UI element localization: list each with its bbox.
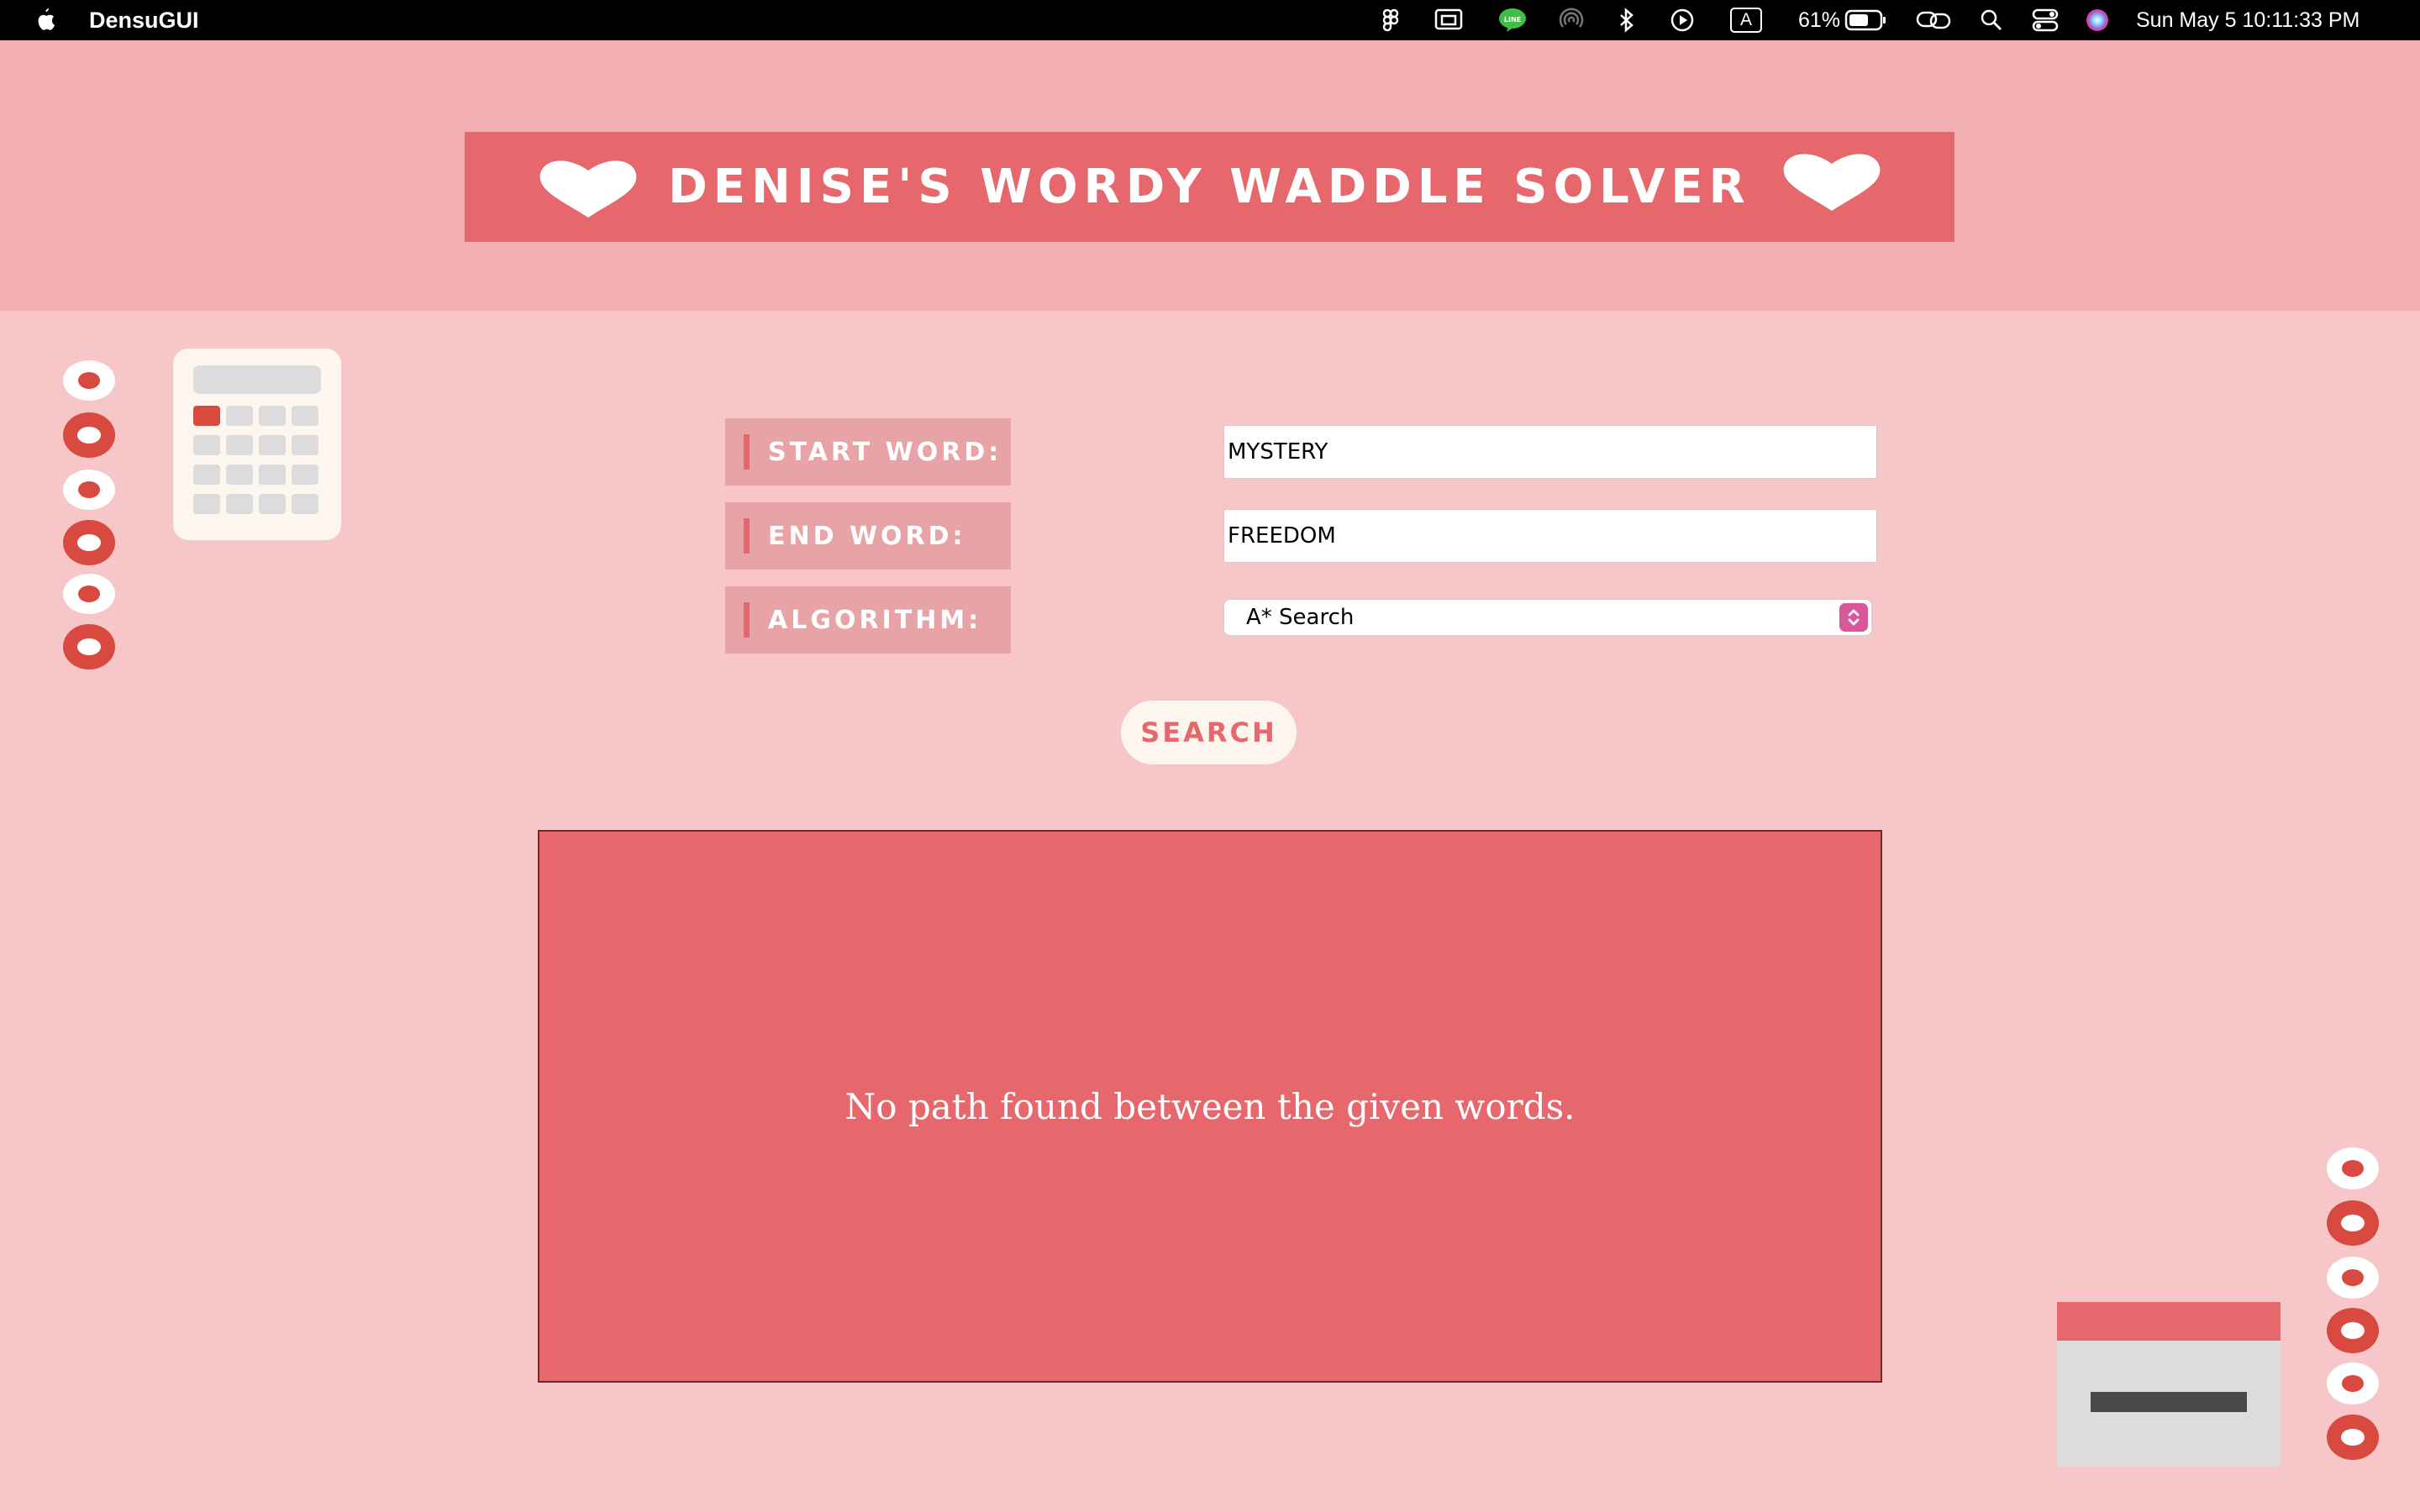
ring-decoration — [63, 360, 115, 401]
ring-decoration — [63, 574, 115, 614]
chevron-up-down-icon — [1839, 603, 1868, 632]
algorithm-label: ALGORITHM: — [725, 586, 1011, 654]
calculator-key — [259, 465, 286, 485]
algorithm-label-text: ALGORITHM: — [768, 605, 982, 635]
battery-icon[interactable] — [1844, 0, 1887, 40]
algorithm-select[interactable]: A* Search — [1223, 599, 1872, 636]
algorithm-selected-value: A* Search — [1246, 605, 1355, 630]
result-panel: No path found between the given words. — [538, 830, 1882, 1383]
end-word-input[interactable] — [1223, 509, 1877, 563]
calculator-key — [226, 406, 253, 426]
start-word-input[interactable] — [1223, 425, 1877, 479]
calculator-key — [259, 494, 286, 514]
menu-bar: DensuGUI LINE A 61% Sun May 5 10:11:33 P… — [0, 0, 2420, 40]
calculator-key — [226, 494, 253, 514]
app-title: DENISE'S WORDY WADDLE SOLVER — [668, 160, 1751, 214]
title-banner: DENISE'S WORDY WADDLE SOLVER — [465, 132, 1954, 242]
calculator-key — [193, 494, 220, 514]
apple-icon — [38, 8, 55, 30]
ring-decoration — [63, 470, 115, 510]
ring-decoration — [63, 624, 115, 669]
end-word-label: END WORD: — [725, 502, 1011, 570]
calculator-key — [292, 465, 318, 485]
input-source-label: A — [1730, 8, 1762, 33]
heart-icon — [1783, 154, 1881, 211]
calculator-key — [193, 465, 220, 485]
calculator-key — [292, 406, 318, 426]
ring-decoration — [2327, 1257, 2379, 1299]
battery-percent: 61% — [1798, 8, 1841, 32]
menubar-clock[interactable]: Sun May 5 10:11:33 PM — [2136, 0, 2360, 40]
siri-icon[interactable] — [2081, 0, 2114, 40]
apple-menu[interactable] — [30, 0, 59, 40]
card-icon — [2057, 1302, 2281, 1467]
bluetooth-icon[interactable] — [1610, 0, 1644, 40]
ring-decoration — [63, 412, 115, 458]
ring-decoration — [63, 520, 115, 565]
result-message: No path found between the given words. — [844, 1085, 1576, 1127]
airdrop-icon[interactable] — [1555, 0, 1588, 40]
calculator-key — [226, 435, 253, 455]
search-button[interactable]: SEARCH — [1121, 701, 1297, 764]
card-bar — [2091, 1392, 2247, 1412]
search-icon[interactable] — [1975, 0, 2008, 40]
calculator-key — [226, 465, 253, 485]
ring-decoration — [2327, 1308, 2379, 1353]
calculator-key — [193, 435, 220, 455]
ring-decoration — [2327, 1362, 2379, 1404]
svg-text:LINE: LINE — [1504, 16, 1521, 24]
calculator-key — [292, 494, 318, 514]
calculator-key — [292, 435, 318, 455]
screen-mirror-icon[interactable] — [1432, 0, 1465, 40]
line-icon[interactable]: LINE — [1496, 0, 1529, 40]
calculator-icon — [173, 349, 341, 540]
control-center-icon[interactable] — [2028, 0, 2062, 40]
keyboard-input-icon[interactable]: A — [1729, 0, 1763, 40]
app-name-menu[interactable]: DensuGUI — [89, 0, 199, 40]
figma-icon[interactable] — [1375, 0, 1408, 40]
link-icon[interactable] — [1914, 0, 1953, 40]
card-header-strip — [2057, 1302, 2281, 1341]
calculator-key — [259, 435, 286, 455]
ring-decoration — [2327, 1415, 2379, 1460]
play-icon[interactable] — [1665, 0, 1699, 40]
ring-decoration — [2327, 1147, 2379, 1189]
ring-decoration — [2327, 1200, 2379, 1246]
start-word-label: START WORD: — [725, 418, 1011, 486]
start-word-label-text: START WORD: — [768, 437, 1002, 467]
calculator-key — [193, 406, 220, 426]
calculator-key — [259, 406, 286, 426]
calculator-screen — [193, 365, 321, 394]
end-word-label-text: END WORD: — [768, 521, 966, 551]
